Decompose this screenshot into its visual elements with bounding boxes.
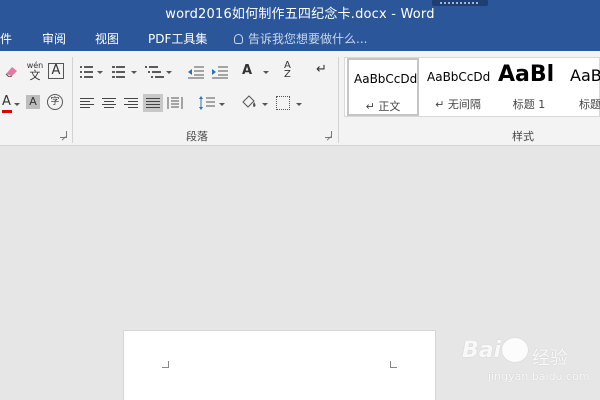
style-sample: AaBl <box>498 62 555 87</box>
sort-icon[interactable]: A Z <box>284 61 300 81</box>
style-name: 标题 <box>579 98 600 111</box>
shading-icon[interactable] <box>240 95 258 111</box>
tell-me-text: 告诉我您想要做什么... <box>248 32 368 46</box>
group-separator <box>72 57 73 143</box>
show-marks-icon[interactable]: ↵ <box>316 63 330 79</box>
asian-layout-icon[interactable]: A <box>242 64 260 80</box>
bullets-icon[interactable] <box>80 66 94 78</box>
distributed-icon[interactable] <box>167 95 183 111</box>
watermark-brand: Bai <box>462 338 502 363</box>
borders-icon[interactable] <box>276 96 290 110</box>
font-dialog-launcher[interactable] <box>60 131 67 138</box>
tab-view[interactable]: 视图 <box>95 30 119 47</box>
font-color-dropdown[interactable] <box>14 103 20 106</box>
style-sample: AaBbCcDd <box>427 70 491 84</box>
styles-group-label: 样式 <box>512 130 534 143</box>
phonetic-guide-icon[interactable]: wén 文 <box>26 61 44 83</box>
borders-dropdown[interactable] <box>296 103 302 106</box>
line-spacing-icon[interactable] <box>198 95 216 111</box>
tell-me-search[interactable]: 告诉我您想要做什么... <box>234 30 367 47</box>
style-title[interactable]: AaBb 标题 <box>565 58 600 116</box>
tab-review[interactable]: 审阅 <box>42 30 66 47</box>
font-color-icon[interactable]: A <box>2 94 14 113</box>
style-name: 标题 1 <box>512 98 546 111</box>
numbering-dropdown[interactable] <box>131 71 137 74</box>
watermark: Bai 经验 jingyan.baidu.com <box>462 334 600 390</box>
tab-pdf-tools[interactable]: PDF工具集 <box>148 30 207 47</box>
enclose-characters-icon[interactable]: 字 <box>47 94 63 110</box>
align-right-icon[interactable] <box>124 97 138 109</box>
style-heading-1[interactable]: AaBl 标题 1 <box>493 58 565 116</box>
title-bar: word2016如何制作五四纪念卡.docx - Word <box>0 0 600 24</box>
asian-layout-letter: A <box>242 63 253 78</box>
document-page[interactable] <box>123 330 436 400</box>
phonetic-guide-bottom: 文 <box>29 69 41 82</box>
style-sample: AaBb <box>570 66 600 85</box>
asian-layout-dropdown[interactable] <box>263 71 269 74</box>
window-title: word2016如何制作五四纪念卡.docx - Word <box>165 7 435 22</box>
line-spacing-dropdown[interactable] <box>219 103 225 106</box>
watermark-brand-cn: 经验 <box>532 348 568 369</box>
style-sample: AaBbCcDd <box>354 72 418 86</box>
margin-corner-mark <box>162 361 169 368</box>
style-name: ↵ 无间隔 <box>435 98 481 111</box>
multilevel-list-dropdown[interactable] <box>166 71 172 74</box>
font-color-letter: A <box>2 94 11 109</box>
title-bar-control[interactable] <box>432 0 488 6</box>
sort-bottom-letter: Z <box>284 69 291 80</box>
group-separator <box>338 57 339 143</box>
align-left-icon[interactable] <box>80 97 94 109</box>
paragraph-group-label: 段落 <box>186 130 208 143</box>
shading-dropdown[interactable] <box>262 103 268 106</box>
font-color-swatch <box>2 110 12 113</box>
paragraph-dialog-launcher[interactable] <box>325 131 332 138</box>
multilevel-list-icon[interactable] <box>145 66 164 78</box>
justify-icon[interactable] <box>143 94 163 112</box>
watermark-url: jingyan.baidu.com <box>488 370 590 383</box>
paw-logo-icon <box>502 338 528 362</box>
style-normal[interactable]: AaBbCcDd ↵ 正文 <box>347 58 419 116</box>
word-window: word2016如何制作五四纪念卡.docx - Word 件 审阅 视图 PD… <box>0 0 600 400</box>
tab-file[interactable]: 件 <box>0 30 12 47</box>
numbering-icon[interactable] <box>112 66 126 78</box>
ribbon-tabs: 件 审阅 视图 PDF工具集 告诉我您想要做什么... <box>0 24 600 51</box>
margin-corner-mark <box>390 361 397 368</box>
style-no-spacing[interactable]: AaBbCcDd ↵ 无间隔 <box>422 58 494 116</box>
bullets-dropdown[interactable] <box>97 71 103 74</box>
character-border-icon[interactable]: A <box>48 63 64 79</box>
clear-formatting-icon[interactable] <box>4 65 20 78</box>
align-center-icon[interactable] <box>102 97 116 109</box>
styles-gallery: AaBbCcDd ↵ 正文 AaBbCcDd ↵ 无间隔 AaBl 标题 1 A… <box>344 57 600 117</box>
increase-indent-icon[interactable] <box>211 65 229 79</box>
character-shading-icon[interactable]: A <box>26 95 40 109</box>
decrease-indent-icon[interactable] <box>187 65 205 79</box>
lightbulb-icon <box>234 34 243 44</box>
style-name: ↵ 正文 <box>365 100 401 113</box>
